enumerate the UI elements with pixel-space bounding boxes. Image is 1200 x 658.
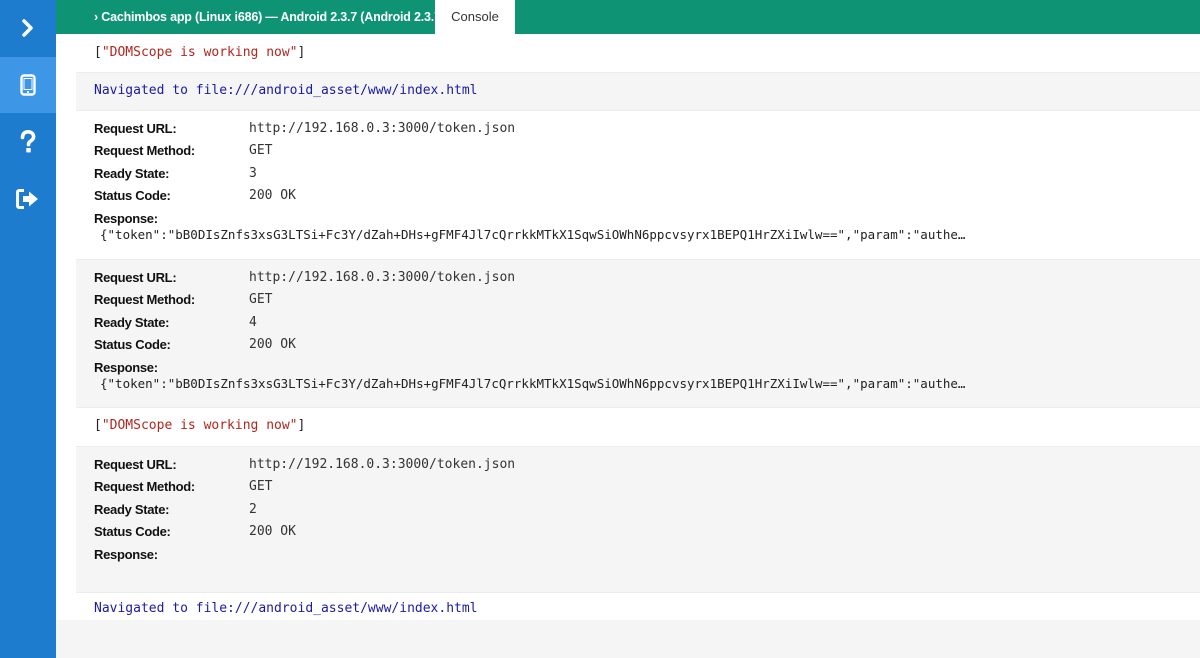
status-code-label: Status Code: [94,188,171,203]
request-url-row: Request URL: http://192.168.0.3:3000/tok… [94,121,1194,141]
request-url-label: Request URL: [94,457,177,472]
top-bar: › Cachimbos app (Linux i686) — Android 2… [56,0,1200,34]
request-url-value: http://192.168.0.3:3000/token.json [249,270,516,285]
console-footer [56,620,1200,658]
question-icon [20,130,36,153]
status-code-row: Status Code: 200 OK [94,337,1194,357]
request-entry: Request URL: http://192.168.0.3:3000/tok… [76,111,1200,259]
request-url-value: http://192.168.0.3:3000/token.json [249,457,516,472]
request-url-row: Request URL: http://192.168.0.3:3000/tok… [94,457,1194,477]
device-button[interactable] [0,57,56,113]
log-message: ["DOMScope is working now"] [94,418,306,433]
navigation-entry: Navigated to file:///android_asset/www/i… [76,593,1200,620]
response-body: {"token":"bB0DIsZnfs3xsG3LTSi+Fc3Y/dZah+… [100,227,966,242]
request-method-label: Request Method: [94,479,195,494]
status-code-value: 200 OK [249,188,296,203]
logout-button[interactable] [0,171,56,227]
help-button[interactable] [0,114,56,170]
response-row: Response: [94,547,1194,567]
navigation-message: Navigated to file:///android_asset/www/i… [94,83,478,98]
request-method-value: GET [249,479,273,494]
chevron-right-icon [22,19,33,37]
request-entry: Request URL: http://192.168.0.3:3000/tok… [76,259,1200,408]
response-label: Response: [94,360,158,375]
log-message: ["DOMScope is working now"] [94,45,306,60]
ready-state-label: Ready State: [94,502,170,517]
response-body: {"token":"bB0DIsZnfs3xsG3LTSi+Fc3Y/dZah+… [100,376,966,391]
ready-state-value: 4 [249,315,257,330]
mobile-device-icon [20,74,36,96]
request-method-label: Request Method: [94,143,195,158]
ready-state-value: 2 [249,502,257,517]
status-code-row: Status Code: 200 OK [94,524,1194,544]
console-panel: ["DOMScope is working now"] Navigated to… [56,34,1200,620]
request-method-label: Request Method: [94,292,195,307]
request-method-value: GET [249,143,273,158]
app-title: › Cachimbos app (Linux i686) — Android 2… [94,10,445,24]
logout-icon [16,189,38,209]
navigation-message: Navigated to file:///android_asset/www/i… [94,601,478,616]
ready-state-row: Ready State: 3 [94,166,1194,186]
response-label: Response: [94,547,158,562]
request-method-value: GET [249,292,273,307]
request-method-row: Request Method: GET [94,143,1194,163]
request-url-value: http://192.168.0.3:3000/token.json [249,121,516,136]
sidebar [0,0,56,658]
ready-state-value: 3 [249,166,257,181]
request-method-row: Request Method: GET [94,479,1194,499]
collapse-button[interactable] [0,0,56,56]
console-log-entry: ["DOMScope is working now"] [76,408,1200,446]
status-code-label: Status Code: [94,337,171,352]
status-code-row: Status Code: 200 OK [94,188,1194,208]
request-entry: Request URL: http://192.168.0.3:3000/tok… [76,446,1200,593]
ready-state-row: Ready State: 4 [94,315,1194,335]
tab-console[interactable]: Console [435,0,515,34]
console-log-entry: ["DOMScope is working now"] [76,34,1200,72]
status-code-value: 200 OK [249,524,296,539]
request-url-label: Request URL: [94,270,177,285]
ready-state-row: Ready State: 2 [94,502,1194,522]
status-code-label: Status Code: [94,524,171,539]
request-method-row: Request Method: GET [94,292,1194,312]
request-url-label: Request URL: [94,121,177,136]
navigation-entry: Navigated to file:///android_asset/www/i… [76,72,1200,111]
status-code-value: 200 OK [249,337,296,352]
response-label: Response: [94,211,158,226]
ready-state-label: Ready State: [94,166,170,181]
request-url-row: Request URL: http://192.168.0.3:3000/tok… [94,270,1194,290]
ready-state-label: Ready State: [94,315,170,330]
